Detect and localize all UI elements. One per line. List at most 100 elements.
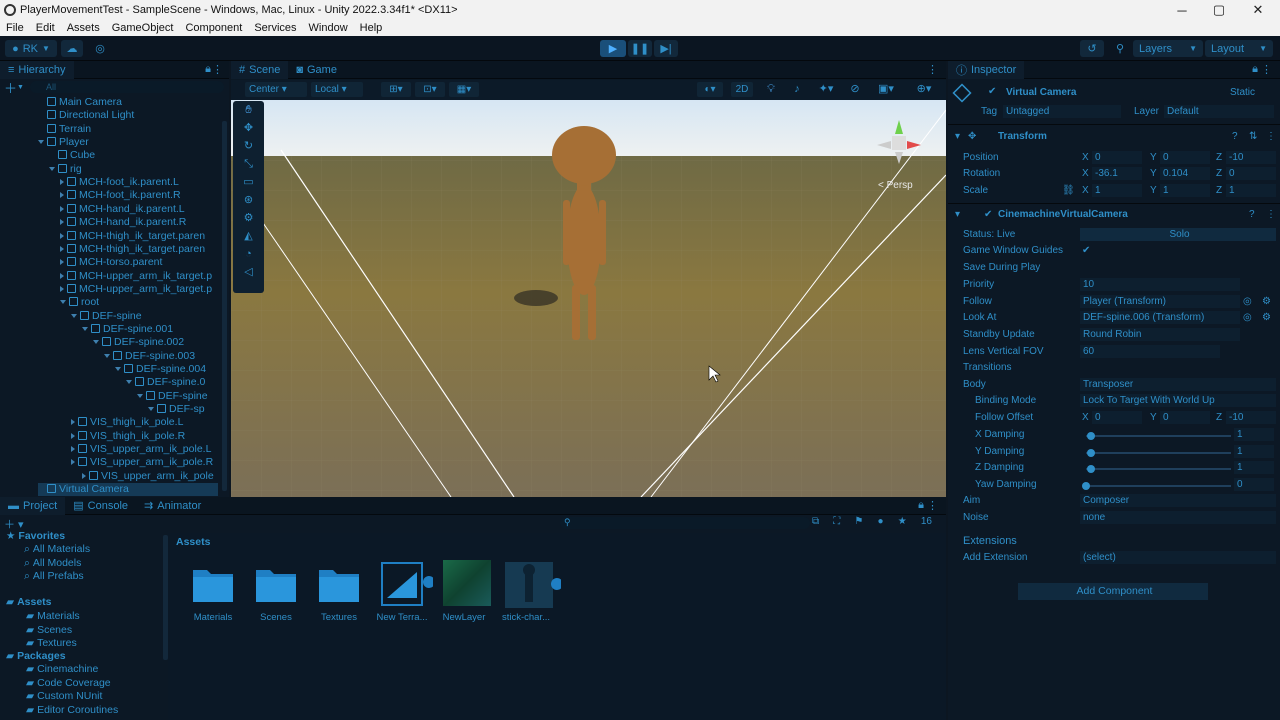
fov-tool-icon[interactable]: ◔ (233, 245, 264, 263)
menu-gameobject[interactable]: GameObject (106, 22, 180, 34)
hierarchy-item[interactable]: MCH-thigh_ik_target.paren (60, 243, 205, 256)
collapse-arrow-icon[interactable] (60, 179, 64, 186)
body-dropdown[interactable]: Transposer (1080, 378, 1276, 391)
position-y-field[interactable]: 0 (1160, 151, 1210, 164)
asset-folder[interactable]: ▰ Scenes (26, 624, 72, 637)
menu-component[interactable]: Component (179, 22, 248, 34)
grid-toggle-icon[interactable]: ▦▾ (449, 82, 479, 97)
asset-folder[interactable]: ▰ Materials (26, 610, 80, 623)
hierarchy-item[interactable]: VIS_upper_arm_ik_pole.L (71, 443, 211, 456)
lighting-icon[interactable]: 💡︎ (761, 82, 781, 97)
hierarchy-item[interactable]: VIS_thigh_ik_pole.R (71, 430, 185, 443)
hierarchy-item[interactable]: MCH-foot_ik.parent.L (60, 176, 179, 189)
lock-icon[interactable]: 🔒︎ (918, 499, 924, 512)
hierarchy-item[interactable]: MCH-thigh_ik_target.paren (60, 230, 205, 243)
scale-z-field[interactable]: 1 (1226, 184, 1276, 197)
kebab-menu-icon[interactable]: ⋮ (927, 499, 938, 512)
menu-file[interactable]: File (0, 22, 30, 34)
near-far-tool-icon[interactable]: ◁ (233, 263, 264, 281)
y-damping-field[interactable]: 1 (1234, 445, 1274, 458)
tag-icon[interactable]: ⚑ (854, 516, 863, 530)
snap-grid-icon[interactable]: ⊞▾ (381, 82, 411, 97)
follow-offset-x-field[interactable]: 0 (1092, 411, 1142, 424)
rotation-y-field[interactable]: 0.104 (1160, 167, 1210, 180)
collab-icon[interactable]: ◎ (90, 40, 110, 57)
lookat-field[interactable]: DEF-spine.006 (Transform) (1080, 311, 1240, 324)
terrain-layer-icon[interactable] (443, 560, 491, 606)
menu-help[interactable]: Help (354, 22, 389, 34)
hierarchy-item[interactable]: DEF-spine.0 (126, 376, 205, 389)
hand-tool-icon[interactable]: ✋︎ (233, 101, 264, 119)
collapse-arrow-icon[interactable] (60, 272, 64, 279)
move-tool-icon[interactable]: ✥ (233, 119, 264, 137)
hierarchy-item[interactable]: DEF-sp (148, 403, 205, 416)
collapse-arrow-icon[interactable] (71, 419, 75, 426)
follow-offset-y-field[interactable]: 0 (1160, 411, 1210, 424)
menu-services[interactable]: Services (248, 22, 302, 34)
add-icon[interactable]: ＋ (4, 78, 17, 97)
hierarchy-item[interactable]: DEF-spine.001 (82, 323, 173, 336)
expand-arrow-icon[interactable] (82, 326, 88, 331)
minimize-button[interactable]: ─ (1162, 0, 1202, 20)
hierarchy-item[interactable]: VIS_thigh_ik_pole.L (71, 416, 183, 429)
tab-scene[interactable]: # Scene (231, 60, 289, 79)
yaw-damping-field[interactable]: 0 (1234, 478, 1274, 491)
follow-field[interactable]: Player (Transform) (1080, 295, 1240, 308)
hierarchy-item[interactable]: Main Camera (38, 96, 122, 109)
info-icon[interactable]: ● (878, 516, 884, 530)
effects-icon[interactable]: ✦▾ (813, 82, 839, 97)
tab-hierarchy[interactable]: ≡ Hierarchy (0, 60, 74, 79)
kebab-menu-icon[interactable]: ⋮ (927, 63, 938, 76)
help-icon[interactable]: ? (1249, 209, 1255, 220)
rotation-z-field[interactable]: 0 (1226, 167, 1276, 180)
asset-label[interactable]: stick-char... (496, 612, 556, 623)
menu-edit[interactable]: Edit (30, 22, 61, 34)
rotate-tool-icon[interactable]: ↻ (233, 137, 264, 155)
layer-dropdown[interactable]: Default (1164, 105, 1274, 118)
hierarchy-item[interactable]: DEF-spine (137, 390, 208, 403)
hierarchy-item[interactable]: Cube (49, 149, 95, 162)
collapse-arrow-icon[interactable] (71, 446, 75, 453)
scale-tool-icon[interactable]: ⤡ (233, 155, 264, 173)
play-button[interactable]: ▶ (600, 40, 626, 57)
label-filter-icon[interactable]: ⛶ (833, 516, 840, 530)
folder-icon[interactable] (192, 562, 234, 604)
scale-y-field[interactable]: 1 (1160, 184, 1210, 197)
x-damping-slider-knob[interactable] (1087, 432, 1095, 440)
game-guides-checkbox[interactable]: ✔ (1082, 245, 1090, 256)
tab-animator[interactable]: ⇉ Animator (136, 497, 209, 515)
yaw-damping-slider-knob[interactable] (1082, 482, 1090, 490)
binding-mode-dropdown[interactable]: Lock To Target With World Up (1080, 394, 1276, 407)
asset-label[interactable]: NewLayer (434, 612, 494, 623)
fov-field[interactable]: 60 (1080, 345, 1220, 358)
expand-arrow-icon[interactable] (126, 380, 132, 385)
z-damping-field[interactable]: 1 (1234, 461, 1274, 474)
custom-tool-icon[interactable]: ⚙ (233, 209, 264, 227)
scale-x-field[interactable]: 1 (1092, 184, 1142, 197)
lock-icon[interactable]: 🔒︎ (205, 63, 211, 76)
cm-arrow-icon[interactable]: ▾ (955, 209, 960, 220)
package-folder[interactable]: ▰ Editor Coroutines (26, 704, 118, 717)
help-icon[interactable]: ? (1232, 131, 1238, 142)
audio-icon[interactable]: ♪ (787, 82, 807, 97)
static-toggle[interactable]: Static (1230, 87, 1255, 98)
collapse-arrow-icon[interactable] (60, 245, 64, 252)
expand-arrow-icon[interactable] (137, 393, 143, 398)
y-damping-slider-knob[interactable] (1087, 449, 1095, 457)
star-icon[interactable]: ★ (898, 516, 907, 530)
hierarchy-item[interactable]: VIS_upper_arm_ik_pole.R (71, 456, 213, 469)
hierarchy-item[interactable]: MCH-upper_arm_ik_target.p (60, 270, 212, 283)
hidden-objects-icon[interactable]: ⊘ (843, 82, 867, 97)
standby-field[interactable]: Round Robin (1080, 328, 1240, 341)
space-dropdown[interactable]: Local ▾ (311, 82, 363, 97)
z-damping-slider-knob[interactable] (1087, 465, 1095, 473)
package-folder[interactable]: ▰ Code Coverage (26, 677, 111, 690)
tab-inspector[interactable]: ⓘ Inspector (948, 60, 1025, 79)
expand-arrow-icon[interactable] (115, 367, 121, 371)
collapse-arrow-icon[interactable] (60, 219, 64, 226)
collapse-arrow-icon[interactable] (82, 472, 86, 479)
account-button[interactable]: ● RK ▼ (5, 40, 57, 57)
follow-offset-z-field[interactable]: -10 (1226, 411, 1276, 424)
solo-button[interactable]: Solo (1080, 228, 1276, 241)
rotation-x-field[interactable]: -36.1 (1092, 167, 1142, 180)
